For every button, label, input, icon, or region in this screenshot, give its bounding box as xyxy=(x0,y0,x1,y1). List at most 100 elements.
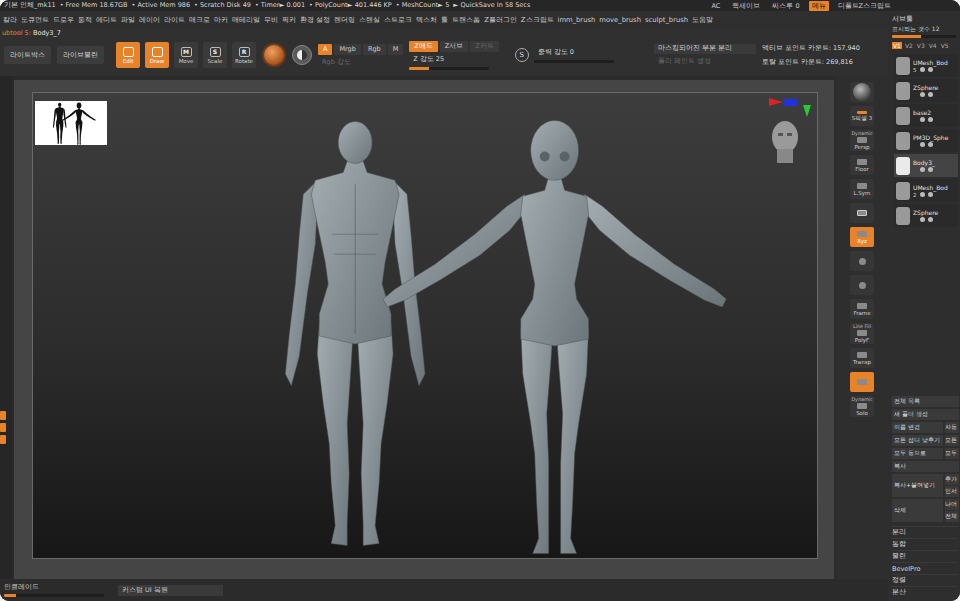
material-icon[interactable] xyxy=(262,43,286,67)
subtool-item[interactable]: Body3_ xyxy=(894,154,958,177)
z-mode-button[interactable]: Z애드 xyxy=(409,41,437,52)
shelf-button[interactable] xyxy=(850,275,874,295)
polypaint-icon[interactable] xyxy=(928,92,933,97)
title-button[interactable]: 씨스루 0 xyxy=(769,1,802,11)
canvas[interactable] xyxy=(32,92,818,559)
subtool-side-button[interactable]: 인서 xyxy=(945,486,959,497)
z-mode-button[interactable]: Z커트 xyxy=(470,41,498,52)
color-mode-button[interactable]: M xyxy=(388,44,404,55)
version-tab[interactable]: V4 xyxy=(928,42,938,49)
shelf-button[interactable]: Transp xyxy=(850,348,874,368)
subtool-action-button[interactable]: 모두 동으로 xyxy=(892,448,943,459)
z-mode-button[interactable]: Z서브 xyxy=(440,41,468,52)
menu-item[interactable]: 환경 설정 xyxy=(300,15,330,25)
anatomy-figure[interactable] xyxy=(285,122,425,546)
action-button[interactable]: 마스킹되어진 부분 분리 xyxy=(654,44,756,54)
title-button[interactable]: 메뉴 xyxy=(809,1,829,11)
visibility-icon[interactable] xyxy=(920,167,925,172)
subtool-side-button[interactable]: 전체 xyxy=(945,511,959,522)
menu-item[interactable]: 도움말 xyxy=(692,15,713,25)
title-button[interactable]: AC xyxy=(708,1,723,11)
subtool-item[interactable]: ZSphere xyxy=(894,79,958,102)
shelf-button[interactable]: Frame xyxy=(850,299,874,319)
menu-item[interactable]: 텍스처 xyxy=(416,15,437,25)
menu-item[interactable]: 스트로크 xyxy=(384,15,412,25)
version-tab[interactable]: V2 xyxy=(904,42,914,49)
subtool-item[interactable]: UMesh_Bod2 xyxy=(894,179,958,202)
menu-item[interactable]: 라이트 xyxy=(164,15,185,25)
shelf-button[interactable] xyxy=(850,372,874,392)
menu-item[interactable]: 드로우 xyxy=(53,15,74,25)
tool-button[interactable]: 라이트박스 xyxy=(4,46,51,64)
subtool-side-button[interactable]: 나머 xyxy=(945,499,959,510)
visibility-icon[interactable] xyxy=(920,117,925,122)
panel-section[interactable]: 분산 xyxy=(892,586,958,598)
shelf-button[interactable]: Floor xyxy=(850,155,874,175)
orientation-gizmo[interactable] xyxy=(759,97,815,169)
z-intensity-slider[interactable] xyxy=(409,67,489,70)
version-tab[interactable]: V5 xyxy=(940,42,950,49)
visibility-icon[interactable] xyxy=(920,67,925,72)
menu-item[interactable]: Z플러그인 xyxy=(484,15,517,25)
menu-item[interactable]: 매크로 xyxy=(189,15,210,25)
menu-item[interactable]: Z스크립트 xyxy=(521,15,554,25)
subtool-side-button[interactable]: 모든 xyxy=(945,435,959,446)
menu-item[interactable]: 툴 xyxy=(441,15,448,25)
menu-item[interactable]: 동적 xyxy=(78,15,92,25)
shelf-button[interactable]: Line FillPolyF xyxy=(850,323,874,344)
menu-item[interactable]: 트랜스폼 xyxy=(452,15,480,25)
menu-item[interactable]: 매테리얼 xyxy=(232,15,260,25)
subtool-action-button[interactable]: 이름 변경 xyxy=(892,422,943,433)
shelf-button[interactable]: Xyz xyxy=(850,227,874,247)
transform-button[interactable]: RRotate xyxy=(232,42,256,68)
polypaint-icon[interactable] xyxy=(928,192,933,197)
panel-section[interactable]: 불린 xyxy=(892,550,958,562)
polypaint-icon[interactable] xyxy=(928,217,933,222)
navigator-thumbnail[interactable] xyxy=(35,101,107,145)
shelf-button[interactable] xyxy=(850,82,874,102)
transform-button[interactable]: Edit xyxy=(116,42,140,68)
color-mode-button[interactable]: Mrgb xyxy=(334,44,360,55)
menu-item[interactable]: 도큐먼트 xyxy=(21,15,49,25)
stylized-figure[interactable] xyxy=(383,121,726,554)
menu-item[interactable]: 렌더링 xyxy=(334,15,355,25)
polypaint-icon[interactable] xyxy=(928,167,933,172)
subtool-action-button[interactable]: 복사 xyxy=(892,461,959,472)
color-mode-button[interactable]: Rgb xyxy=(363,44,386,55)
transform-button[interactable]: MMove xyxy=(174,42,198,68)
color-swatch-icon[interactable] xyxy=(292,45,312,65)
menu-item[interactable]: 칼라 xyxy=(3,15,17,25)
menu-item[interactable]: 스텐실 xyxy=(359,15,380,25)
version-tab[interactable]: V3 xyxy=(916,42,926,49)
visibility-icon[interactable] xyxy=(920,142,925,147)
polypaint-icon[interactable] xyxy=(928,142,933,147)
gravity-slider[interactable] xyxy=(534,60,614,63)
shelf-button[interactable] xyxy=(850,251,874,271)
menu-item[interactable]: 무비 xyxy=(264,15,278,25)
subtool-side-button[interactable]: 자동 xyxy=(945,422,959,433)
menu-item[interactable]: 파일 xyxy=(121,15,135,25)
menu-item[interactable]: move_brush xyxy=(599,16,641,24)
subtool-action-button[interactable]: 모든 섭디 낮추기 xyxy=(892,435,943,446)
menu-item[interactable]: sculpt_brush xyxy=(645,16,688,24)
menu-item[interactable]: 레이어 xyxy=(139,15,160,25)
panel-section[interactable]: 정렬 xyxy=(892,574,958,586)
visibility-icon[interactable] xyxy=(920,217,925,222)
subtool-item[interactable]: base2 xyxy=(894,104,958,127)
menu-item[interactable]: imm_brush xyxy=(558,16,596,24)
panel-section[interactable]: 분리 xyxy=(892,526,958,538)
restore-ui-button[interactable]: 커스텀 UI 복원 xyxy=(118,585,223,596)
transform-button[interactable]: SScale xyxy=(203,42,227,68)
rgb-intensity-slider[interactable]: Rgb 강도 xyxy=(318,58,403,67)
version-tab[interactable]: V1 xyxy=(892,42,902,49)
menu-item[interactable]: 마커 xyxy=(214,15,228,25)
visible-count-slider[interactable] xyxy=(892,35,956,38)
subtool-action-button[interactable]: 복사+붙여넣기 xyxy=(892,474,943,497)
color-mode-button[interactable]: A xyxy=(318,44,332,55)
shelf-button[interactable]: DynamicSolo xyxy=(850,396,874,417)
title-button[interactable]: 디폴트Z스크립트 xyxy=(835,1,894,11)
bottom-slider[interactable]: 인클레이드 xyxy=(4,583,110,597)
transform-button[interactable]: Draw xyxy=(145,42,169,68)
panel-section[interactable]: 통합 xyxy=(892,538,958,550)
shelf-button[interactable] xyxy=(850,203,874,223)
